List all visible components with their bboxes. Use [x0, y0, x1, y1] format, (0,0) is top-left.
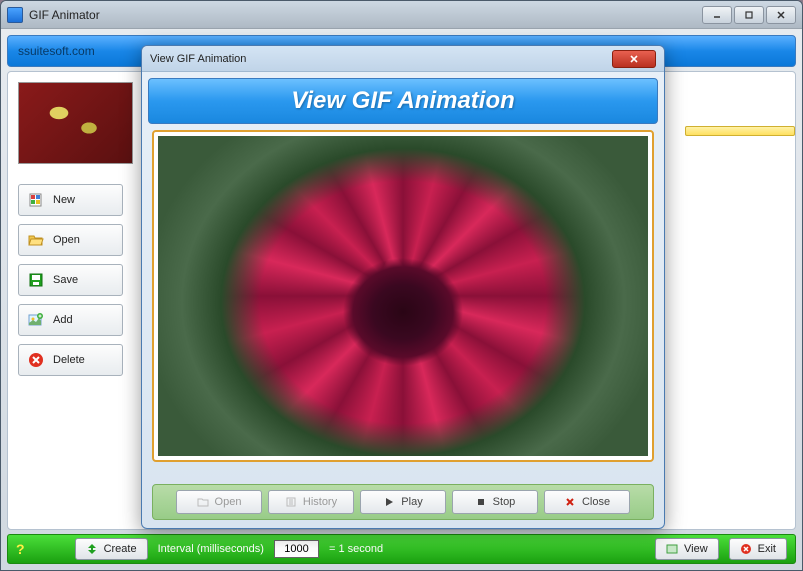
dialog-play-label: Play: [401, 496, 422, 508]
exit-button[interactable]: Exit: [729, 538, 787, 560]
interval-label: Interval (milliseconds): [158, 543, 264, 555]
dialog-header: View GIF Animation: [148, 78, 658, 124]
new-label: New: [53, 194, 75, 206]
dialog-header-text: View GIF Animation: [291, 87, 515, 115]
add-label: Add: [53, 314, 73, 326]
gif-preview: [158, 136, 648, 456]
exit-icon: [740, 543, 752, 555]
save-label: Save: [53, 274, 78, 286]
delete-button[interactable]: Delete: [18, 344, 123, 376]
dialog-open-button[interactable]: Open: [176, 490, 262, 514]
dialog-history-label: History: [303, 496, 337, 508]
dialog-title: View GIF Animation: [150, 53, 612, 65]
view-button[interactable]: View: [655, 538, 719, 560]
window-title: GIF Animator: [29, 8, 702, 22]
delete-icon: [27, 351, 45, 369]
play-icon: [383, 496, 395, 508]
delete-label: Delete: [53, 354, 85, 366]
interval-suffix: = 1 second: [329, 543, 383, 555]
add-button[interactable]: Add: [18, 304, 123, 336]
dialog-play-button[interactable]: Play: [360, 490, 446, 514]
create-button[interactable]: Create: [75, 538, 148, 560]
add-image-icon: [27, 311, 45, 329]
interval-input[interactable]: 1000: [274, 540, 319, 558]
dialog-button-bar: Open History Play Stop Close: [152, 484, 654, 520]
history-icon: [285, 496, 297, 508]
help-button[interactable]: ?: [16, 541, 25, 557]
titlebar[interactable]: GIF Animator: [1, 1, 802, 29]
new-icon: [27, 191, 45, 209]
bottom-toolbar: ? Create Interval (milliseconds) 1000 = …: [7, 534, 796, 564]
exit-label: Exit: [758, 543, 776, 555]
close-icon: [564, 496, 576, 508]
folder-open-icon: [27, 231, 45, 249]
close-window-button[interactable]: [766, 6, 796, 24]
dialog-close-button[interactable]: [612, 50, 656, 68]
save-icon: [27, 271, 45, 289]
view-icon: [666, 543, 678, 555]
dialog-open-label: Open: [215, 496, 242, 508]
dialog-history-button[interactable]: History: [268, 490, 354, 514]
maximize-button[interactable]: [734, 6, 764, 24]
dialog-stop-label: Stop: [493, 496, 516, 508]
main-window: GIF Animator ssuitesoft.com New Open Sav…: [0, 0, 803, 571]
image-frame: [152, 130, 654, 462]
view-gif-dialog: View GIF Animation View GIF Animation Op…: [141, 45, 665, 529]
sidebar: New Open Save Add Delete: [18, 184, 123, 376]
dialog-close-button-bottom[interactable]: Close: [544, 490, 630, 514]
new-button[interactable]: New: [18, 184, 123, 216]
open-label: Open: [53, 234, 80, 246]
dialog-stop-button[interactable]: Stop: [452, 490, 538, 514]
header-link[interactable]: ssuitesoft.com: [18, 44, 95, 58]
save-button[interactable]: Save: [18, 264, 123, 296]
progress-strip: [685, 126, 795, 136]
open-button[interactable]: Open: [18, 224, 123, 256]
stop-icon: [475, 496, 487, 508]
app-icon: [7, 7, 23, 23]
create-label: Create: [104, 543, 137, 555]
dialog-titlebar[interactable]: View GIF Animation: [142, 46, 664, 72]
view-label: View: [684, 543, 708, 555]
dialog-close-label: Close: [582, 496, 610, 508]
minimize-button[interactable]: [702, 6, 732, 24]
create-icon: [86, 543, 98, 555]
thumbnail-preview[interactable]: [18, 82, 133, 164]
folder-open-icon: [197, 496, 209, 508]
